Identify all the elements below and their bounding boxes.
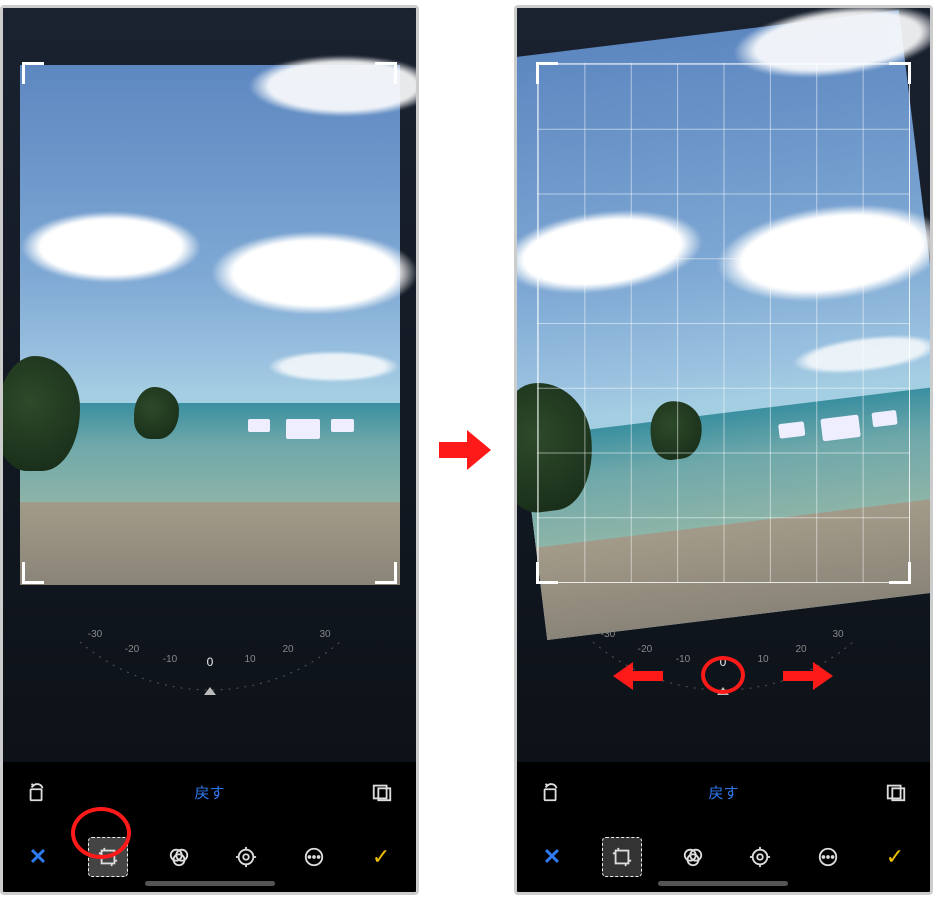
home-indicator[interactable] <box>658 881 788 886</box>
dial-tick: 20 <box>282 644 294 655</box>
filters-icon <box>168 846 190 868</box>
adjust-mode-button[interactable] <box>229 840 263 874</box>
done-button[interactable]: ✓ <box>878 840 912 874</box>
dial-tick-center: 0 <box>206 655 213 669</box>
phone-screenshot-before: -30 -20 -10 0 10 20 30 戻す ✕ <box>0 5 419 895</box>
dial-pointer-icon <box>204 687 216 695</box>
crop-icon <box>611 846 633 868</box>
rotate-icon <box>540 781 562 803</box>
photo-preview[interactable] <box>20 65 400 585</box>
more-mode-button[interactable] <box>297 840 331 874</box>
more-icon <box>303 846 325 868</box>
crop-mode-button[interactable] <box>602 837 642 877</box>
crop-icon <box>97 846 119 868</box>
rotate-icon <box>26 781 48 803</box>
aspect-ratio-button[interactable] <box>882 778 910 806</box>
arrow-right-icon <box>783 665 838 687</box>
transition-arrow-icon <box>439 430 494 470</box>
cancel-button[interactable]: ✕ <box>21 840 55 874</box>
more-mode-button[interactable] <box>811 840 845 874</box>
annotation-drag-arrows <box>608 665 838 687</box>
reset-button[interactable]: 戻す <box>195 782 225 803</box>
done-button[interactable]: ✓ <box>364 840 398 874</box>
dial-tick: -20 <box>638 644 653 655</box>
rotate-90-button[interactable] <box>537 778 565 806</box>
arrow-left-icon <box>608 665 663 687</box>
more-icon <box>817 846 839 868</box>
adjust-icon <box>235 846 257 868</box>
cancel-button[interactable]: ✕ <box>535 840 569 874</box>
adjust-mode-button[interactable] <box>743 840 777 874</box>
crop-mode-button[interactable] <box>88 837 128 877</box>
aspect-ratio-icon <box>371 781 393 803</box>
dial-tick: 10 <box>244 654 256 665</box>
photo-preview[interactable] <box>517 10 930 640</box>
crop-toolbar: 戻す <box>3 762 416 822</box>
dial-tick: -10 <box>162 654 177 665</box>
aspect-ratio-icon <box>885 781 907 803</box>
rotation-dial[interactable]: -30 -20 -10 0 10 20 30 <box>60 622 360 697</box>
dial-tick: -30 <box>601 629 616 640</box>
dial-pointer-icon <box>717 687 729 695</box>
dial-tick: 10 <box>758 654 770 665</box>
dial-tick: 20 <box>796 644 808 655</box>
phone-screenshot-after: -30 -20 -10 0 10 20 30 戻す ✕ <box>514 5 933 895</box>
crop-toolbar: 戻す <box>517 762 930 822</box>
adjust-icon <box>749 846 771 868</box>
rotate-90-button[interactable] <box>23 778 51 806</box>
reset-button[interactable]: 戻す <box>708 782 738 803</box>
filters-mode-button[interactable] <box>676 840 710 874</box>
filters-icon <box>682 846 704 868</box>
home-indicator[interactable] <box>145 881 275 886</box>
dial-tick: -20 <box>124 644 139 655</box>
aspect-ratio-button[interactable] <box>368 778 396 806</box>
dial-tick: -10 <box>676 654 691 665</box>
dial-tick: 30 <box>319 629 331 640</box>
dial-tick: -30 <box>87 629 102 640</box>
filters-mode-button[interactable] <box>162 840 196 874</box>
dial-tick: 30 <box>833 629 845 640</box>
